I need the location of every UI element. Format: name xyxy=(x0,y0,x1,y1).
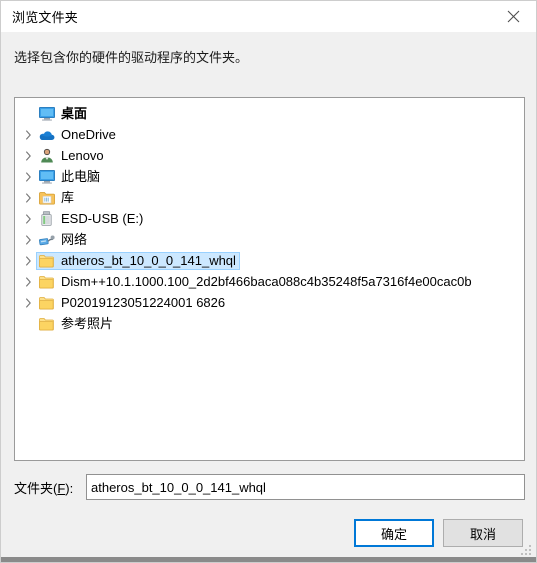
library-folder-icon xyxy=(38,190,55,206)
instruction-text: 选择包含你的硬件的驱动程序的文件夹。 xyxy=(14,50,249,65)
chevron-right-icon[interactable] xyxy=(21,192,36,203)
tree-item-content[interactable]: OneDrive xyxy=(36,126,120,144)
usb-drive-icon xyxy=(38,211,55,227)
tree-item-label: 库 xyxy=(61,189,75,205)
tree-item-label: 参考照片 xyxy=(61,315,114,331)
close-button[interactable] xyxy=(491,1,536,32)
folder-field-label: 文件夹(F): xyxy=(14,478,86,497)
tree-item[interactable]: P02019123051224001 6826 xyxy=(15,292,524,313)
tree-item[interactable]: Lenovo xyxy=(15,145,524,166)
tree-item-content[interactable]: 桌面 xyxy=(36,105,91,123)
close-icon xyxy=(507,10,520,23)
tree-item-label: Lenovo xyxy=(61,147,104,163)
dialog-button-row: 确定 取消 xyxy=(354,519,523,547)
folder-icon xyxy=(38,274,55,290)
chevron-right-icon[interactable] xyxy=(21,171,36,182)
tree-item[interactable]: 库 xyxy=(15,187,524,208)
chevron-right-icon xyxy=(21,319,36,329)
tree-item-content[interactable]: 此电脑 xyxy=(36,168,104,186)
tree-item[interactable]: 桌面 xyxy=(15,103,524,124)
folder-icon xyxy=(38,253,55,269)
dialog-body: 选择包含你的硬件的驱动程序的文件夹。 桌面 OneDrive Lenovo 此电脑库 E… xyxy=(1,32,536,562)
folder-path-input[interactable] xyxy=(86,474,525,500)
tree-item-label: 此电脑 xyxy=(61,168,101,184)
folder-label-prefix: 文件夹( xyxy=(14,480,58,496)
cancel-button[interactable]: 取消 xyxy=(443,519,523,547)
chevron-right-icon[interactable] xyxy=(21,150,36,161)
folder-tree-panel[interactable]: 桌面 OneDrive Lenovo 此电脑库 ESD-USB (E:) 网络 athero… xyxy=(14,97,525,461)
tree-item-content[interactable]: Dism++10.1.1000.100_2d2bf466baca088c4b35… xyxy=(36,273,476,291)
network-icon xyxy=(38,232,55,248)
tree-item[interactable]: Dism++10.1.1000.100_2d2bf466baca088c4b35… xyxy=(15,271,524,292)
tree-item-content[interactable]: P02019123051224001 6826 xyxy=(36,294,229,312)
window-title: 浏览文件夹 xyxy=(12,10,79,25)
chevron-right-icon[interactable] xyxy=(21,234,36,245)
chevron-right-icon[interactable] xyxy=(21,276,36,287)
ok-button[interactable]: 确定 xyxy=(354,519,434,547)
tree-item-content[interactable]: Lenovo xyxy=(36,147,108,165)
folder-field-row: 文件夹(F): xyxy=(14,473,525,501)
chevron-right-icon[interactable] xyxy=(21,129,36,140)
tree-item-content[interactable]: 参考照片 xyxy=(36,315,117,333)
this-pc-monitor-icon xyxy=(38,169,55,185)
tree-item[interactable]: 参考照片 xyxy=(15,313,524,334)
tree-item-content[interactable]: ESD-USB (E:) xyxy=(36,210,147,228)
tree-item-selected[interactable]: atheros_bt_10_0_0_141_whql xyxy=(36,251,240,270)
folder-icon xyxy=(38,295,55,311)
tree-item-label: OneDrive xyxy=(61,126,116,142)
tree-item-label: P02019123051224001 6826 xyxy=(61,294,226,310)
tree-item-label: Dism++10.1.1000.100_2d2bf466baca088c4b35… xyxy=(61,273,472,289)
desktop-monitor-icon xyxy=(38,106,55,122)
tree-item[interactable]: ESD-USB (E:) xyxy=(15,208,524,229)
folder-tree-list: 桌面 OneDrive Lenovo 此电脑库 ESD-USB (E:) 网络 athero… xyxy=(15,98,524,334)
tree-item-content[interactable]: 库 xyxy=(36,189,78,207)
tree-item[interactable]: OneDrive xyxy=(15,124,524,145)
tree-item[interactable]: 网络 xyxy=(15,229,524,250)
tree-item-label: atheros_bt_10_0_0_141_whql xyxy=(61,252,236,268)
chevron-right-icon[interactable] xyxy=(21,255,36,266)
window-bottom-edge xyxy=(1,557,536,562)
browse-folder-dialog: 浏览文件夹 选择包含你的硬件的驱动程序的文件夹。 桌面 OneDrive Lenov… xyxy=(0,0,537,563)
tree-item-content[interactable]: 网络 xyxy=(36,231,91,249)
tree-item-label: 网络 xyxy=(61,231,88,247)
chevron-right-icon[interactable] xyxy=(21,297,36,308)
tree-item[interactable]: atheros_bt_10_0_0_141_whql xyxy=(15,250,524,271)
user-account-icon xyxy=(38,148,55,164)
tree-item-label: 桌面 xyxy=(61,105,88,121)
onedrive-cloud-icon xyxy=(38,127,55,143)
folder-label-suffix: ): xyxy=(65,480,74,496)
tree-item[interactable]: 此电脑 xyxy=(15,166,524,187)
chevron-right-icon[interactable] xyxy=(21,213,36,224)
tree-item-label: ESD-USB (E:) xyxy=(61,210,144,226)
resize-grip[interactable] xyxy=(520,543,533,556)
chevron-right-icon xyxy=(21,109,36,119)
folder-icon xyxy=(38,316,55,332)
title-bar: 浏览文件夹 xyxy=(1,1,536,32)
